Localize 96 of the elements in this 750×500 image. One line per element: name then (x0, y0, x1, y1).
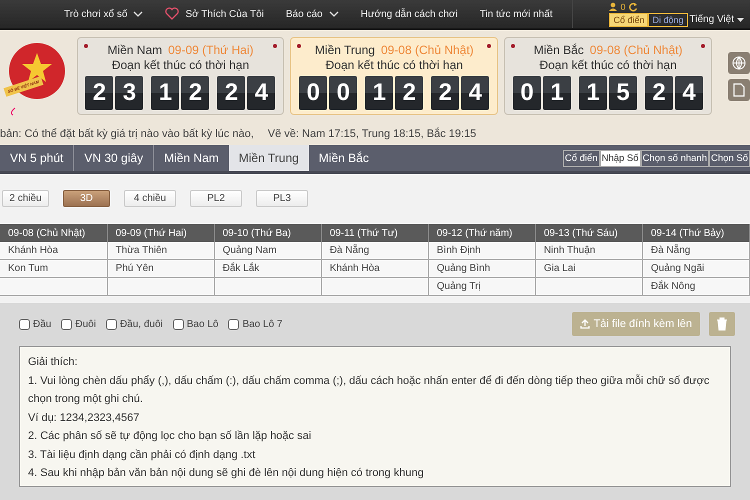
table-cell: Quảng Trị (428, 278, 536, 296)
countdown-caption: Đoạn kết thúc có thời hạn (112, 58, 250, 72)
table-cell: Đà Nẵng (642, 242, 750, 260)
user-count: 0 (620, 2, 626, 12)
bet-type-button[interactable]: 2 chiều (2, 190, 49, 207)
countdown-card[interactable]: Miền Trung 09-08 (Chủ Nhật) Đoạn kết thúc có thời hạn 0 0 1 2 2 4 (290, 37, 498, 115)
table-cell: Đắk Lắk (214, 260, 322, 278)
countdown-digit: 2 (85, 76, 114, 110)
nav-item[interactable]: Hướng dẫn cách chơi (360, 8, 458, 20)
region-tab[interactable]: Miền Nam (154, 145, 229, 171)
column-header: 09-08 (Chủ Nhật) (0, 224, 108, 242)
countdown-digit: 5 (609, 76, 638, 110)
globe-button[interactable] (728, 52, 750, 74)
table-cell: Phú Yên (107, 260, 214, 278)
view-mode-toggle[interactable]: Di động (648, 12, 688, 26)
user-icon (609, 2, 618, 11)
countdown-card[interactable]: Miền Bắc 09-08 (Chủ Nhật) Đoạn kết thúc có thời hạn 0 1 1 5 2 4 (504, 37, 712, 115)
delete-button[interactable] (709, 312, 735, 336)
language-selector[interactable]: Tiếng Việt (690, 14, 744, 25)
column-header: 09-09 (Thứ Hai) (107, 224, 214, 242)
bet-type-button[interactable]: 4 chiều (124, 190, 176, 207)
notes-field[interactable]: Giải thích: 1. Vui lòng chèn dấu phẩy (,), dấu chấm (:), dấu chấm comma (;), dấu cách hoặc nhấn enter để đi đến dòng tiếp theo giữa mỗi chữ số được chọn trong một ghi chú. Ví dụ: 1234,2323,4567 2. Các phân số sẽ tự động lọc cho bạn số lần lặp hoặc sai 3. Tài liệu định dạng cần phải có định dạng .txt 4. Sau khi nhập bản văn bản nội dung sẽ ghi đè lên nội dung hiện có trong khung (19, 346, 731, 487)
table-cell: Đà Nẵng (321, 242, 428, 260)
region-tab[interactable]: VN 30 giây (74, 145, 154, 171)
trash-icon (716, 317, 728, 331)
chevron-down-icon (133, 10, 144, 18)
document-button[interactable] (728, 78, 750, 100)
region-name: Miền Nam (107, 43, 162, 57)
caret-icon (737, 18, 744, 22)
countdown-digit: 2 (181, 76, 210, 110)
countdown-digit: 1 (579, 76, 608, 110)
countdown-card[interactable]: Miền Nam 09-09 (Thứ Hai) Đoạn kết thúc có thời hạn 2 3 1 2 2 4 (76, 37, 284, 115)
nav-item[interactable]: Tin tức mới nhất (480, 8, 553, 20)
draw-times: Vẽ về: Nam 17:15, Trung 18:15, Bắc 19:15 (268, 128, 476, 140)
column-header: 09-10 (Thứ Ba) (214, 224, 322, 242)
countdown-digit: 0 (299, 76, 328, 110)
countdown-digit: 0 (329, 76, 358, 110)
upload-icon (580, 319, 590, 329)
mode-tab[interactable]: Chọn số nhanh (640, 150, 710, 166)
table-cell: Đắk Nông (642, 278, 750, 296)
countdown-digit: 2 (645, 76, 674, 110)
countdown-digit: 4 (675, 76, 704, 110)
column-header: 09-13 (Thứ Sáu) (535, 224, 642, 242)
countdown-digit: 1 (151, 76, 180, 110)
countdown-caption: Đoạn kết thúc có thời hạn (326, 58, 463, 72)
table-cell: Ninh Thuận (535, 242, 642, 260)
option-checkbox[interactable]: Bao Lô (172, 318, 218, 330)
table-cell: Gia Lai (535, 260, 642, 278)
bet-type-button[interactable]: PL3 (256, 190, 308, 207)
nav-item[interactable]: Báo cáo (286, 8, 339, 20)
bet-type-button[interactable]: PL2 (190, 190, 242, 207)
draw-date: 09-08 (Chủ Nhật) (380, 43, 474, 57)
countdown-digit: 0 (513, 76, 542, 110)
region-tab[interactable]: Miền Trung (228, 145, 309, 171)
region-tab[interactable]: Miền Bắc (308, 145, 379, 171)
refresh-icon (628, 2, 638, 12)
countdown-caption: Đoạn kết thúc có thời hạn (539, 58, 677, 72)
option-checkbox[interactable]: Bao Lô 7 (228, 318, 282, 330)
countdown-digit: 2 (395, 76, 424, 110)
column-header: 09-12 (Thứ năm) (428, 224, 536, 242)
countdown-digit: 3 (115, 76, 144, 110)
document-icon (732, 82, 746, 96)
option-checkbox[interactable]: Đầu, đuôi (106, 318, 163, 330)
globe-icon (732, 56, 746, 70)
view-mode-toggle[interactable]: Cổ điển (609, 12, 648, 26)
mode-tab[interactable]: Cổ điển (562, 150, 600, 166)
chevron-down-icon (328, 10, 339, 18)
option-checkbox[interactable]: Đuôi (61, 318, 96, 330)
nav-item[interactable]: Sở Thích Của Tôi (165, 7, 264, 21)
countdown-digit: 4 (247, 76, 276, 110)
mode-tab[interactable]: Chọn Số (709, 150, 750, 166)
table-cell: Quảng Nam (214, 242, 322, 260)
heart-icon (165, 7, 180, 21)
column-header: 09-11 (Thứ Tư) (321, 224, 428, 242)
notice-text: bản: Có thể đặt bất kỳ giá trị nào vào bất kỳ lúc nào, (0, 128, 254, 140)
table-cell: Kon Tum (0, 260, 108, 278)
table-cell: Quảng Bình (428, 260, 536, 278)
draw-date: 09-08 (Chủ Nhật) (590, 43, 682, 57)
countdown-digit: 2 (431, 76, 460, 110)
table-cell: Quảng Ngãi (642, 260, 750, 278)
countdown-digit: 2 (217, 76, 246, 110)
table-cell: Khánh Hòa (321, 260, 428, 278)
option-checkbox[interactable]: Đầu (19, 318, 52, 330)
draw-date: 09-09 (Thứ Hai) (168, 43, 254, 57)
countdown-digit: 1 (365, 76, 394, 110)
countdown-digit: 1 (543, 76, 572, 110)
region-name: Miền Bắc (534, 43, 584, 57)
countdown-digit: 4 (461, 76, 490, 110)
mode-tab[interactable]: Nhập Số (600, 150, 641, 166)
table-cell: Thừa Thiên (107, 242, 214, 260)
column-header: 09-14 (Thứ Bảy) (642, 224, 750, 242)
region-tab[interactable]: VN 5 phút (0, 145, 74, 171)
table-cell: Khánh Hòa (0, 242, 108, 260)
nav-item[interactable]: Trò chơi xổ số (64, 8, 144, 20)
region-name: Miền Trung (314, 43, 375, 57)
table-cell: Bình Định (428, 242, 536, 260)
